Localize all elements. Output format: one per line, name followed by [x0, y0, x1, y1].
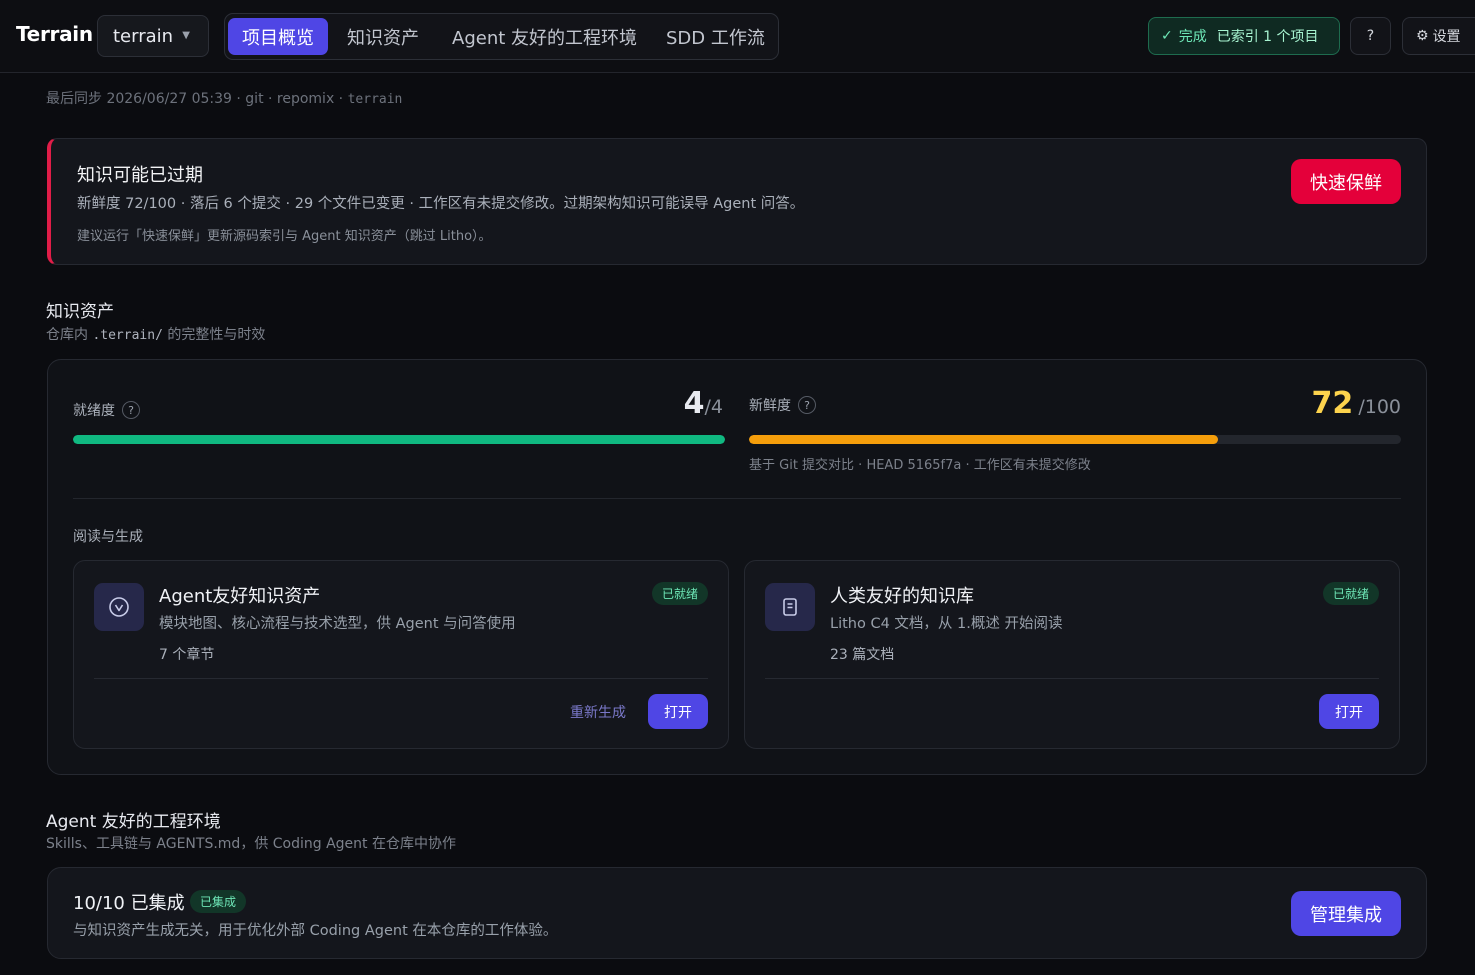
gear-icon: ⚙: [1416, 28, 1429, 44]
compass-icon: [94, 583, 144, 631]
book-icon: [765, 583, 815, 631]
alert-title: 知识可能已过期: [77, 165, 203, 186]
settings-button[interactable]: ⚙ 设置: [1402, 17, 1475, 55]
alert-description: 新鲜度 72/100 · 落后 6 个提交 · 29 个文件已变更 · 工作区有…: [77, 196, 805, 212]
engineering-env-title: Agent 友好的工程环境: [46, 812, 221, 832]
tab-overview[interactable]: 项目概览: [228, 18, 328, 55]
help-circle-icon[interactable]: ?: [122, 401, 140, 419]
last-sync-info: 最后同步 2026/06/27 05:39 · git · repomix · …: [46, 88, 402, 108]
readiness-progress-bar: [73, 435, 725, 444]
divider: [73, 498, 1401, 499]
tab-knowledge-assets[interactable]: 知识资产: [347, 18, 419, 55]
agent-knowledge-count: 7 个章节: [159, 647, 215, 663]
subtitle-suffix: 的完整性与时效: [162, 327, 266, 343]
card-divider: [94, 678, 708, 679]
status-badge: 已就绪: [651, 582, 708, 605]
quick-refresh-button[interactable]: 快速保鲜: [1291, 159, 1401, 204]
help-button[interactable]: ?: [1350, 17, 1391, 55]
chevron-down-icon: ▼: [182, 30, 190, 41]
top-bar: Terrain terrain ▼ 项目概览 知识资产 Agent 友好的工程环…: [0, 0, 1475, 73]
readiness-progress-fill: [73, 435, 725, 444]
status-badge: 已集成: [190, 890, 247, 913]
agent-knowledge-description: 模块地图、核心流程与技术选型，供 Agent 与问答使用: [159, 616, 516, 632]
last-sync-text: 最后同步 2026/06/27 05:39 · git · repomix ·: [46, 91, 348, 107]
status-badge: 已就绪: [1322, 582, 1379, 605]
subtitle-prefix: 仓库内: [46, 327, 93, 343]
agent-knowledge-card: Agent友好知识资产 模块地图、核心流程与技术选型，供 Agent 与问答使用…: [73, 560, 729, 749]
open-agent-knowledge-button[interactable]: 打开: [648, 694, 708, 729]
subtitle-path: .terrain/: [92, 328, 163, 343]
index-status-state: 完成: [1178, 29, 1207, 45]
knowledge-assets-title: 知识资产: [46, 302, 114, 322]
tab-sdd-workflow[interactable]: SDD 工作流: [666, 18, 765, 55]
integrations-card: 10/10 已集成 已集成 与知识资产生成无关，用于优化外部 Coding Ag…: [47, 867, 1427, 959]
readiness-value: 4/4: [684, 386, 723, 421]
integrations-count: 10/10 已集成: [73, 893, 185, 914]
agent-knowledge-title: Agent友好知识资产: [159, 586, 321, 607]
project-selector-value: terrain: [113, 25, 174, 47]
knowledge-assets-subtitle: 仓库内 .terrain/ 的完整性与时效: [46, 324, 265, 344]
manage-integrations-button[interactable]: 管理集成: [1291, 891, 1401, 936]
human-knowledge-title: 人类友好的知识库: [830, 586, 974, 607]
integrations-description: 与知识资产生成无关，用于优化外部 Coding Agent 在本仓库的工作体验。: [73, 923, 558, 939]
human-knowledge-count: 23 篇文档: [830, 647, 895, 663]
stale-knowledge-alert: 知识可能已过期 新鲜度 72/100 · 落后 6 个提交 · 29 个文件已变…: [47, 138, 1427, 265]
last-sync-branch: terrain: [347, 92, 403, 107]
freshness-value-denominator: /100: [1358, 396, 1401, 418]
freshness-progress-bar: [749, 435, 1401, 444]
readiness-label: 就绪度 ?: [73, 400, 140, 420]
human-knowledge-card: 人类友好的知识库 Litho C4 文档，从 1.概述 开始阅读 23 篇文档 …: [744, 560, 1400, 749]
brand-logo: Terrain: [16, 22, 93, 46]
alert-hint: 建议运行「快速保鲜」更新源码索引与 Agent 知识资产（跳过 Litho）。: [77, 229, 492, 244]
card-divider: [765, 678, 1379, 679]
readiness-label-text: 就绪度: [73, 403, 115, 419]
freshness-label-text: 新鲜度: [749, 398, 791, 414]
freshness-label: 新鲜度 ?: [749, 395, 816, 415]
check-icon: ✓: [1161, 28, 1173, 44]
engineering-env-subtitle: Skills、工具链与 AGENTS.md，供 Coding Agent 在仓库…: [46, 836, 456, 852]
tab-agent-environment[interactable]: Agent 友好的工程环境: [452, 18, 637, 55]
freshness-value: 72 /100: [1311, 386, 1401, 421]
help-circle-icon[interactable]: ?: [798, 396, 816, 414]
index-status-badge[interactable]: ✓ 完成 已索引 1 个项目: [1148, 17, 1340, 55]
main-tabs: 项目概览 知识资产 Agent 友好的工程环境 SDD 工作流: [224, 13, 779, 60]
freshness-value-number: 72: [1311, 386, 1354, 421]
freshness-note: 基于 Git 提交对比 · HEAD 5165f7a · 工作区有未提交修改: [749, 458, 1091, 473]
regenerate-button[interactable]: 重新生成: [570, 702, 626, 722]
index-status-detail: 已索引 1 个项目: [1216, 29, 1319, 45]
freshness-progress-fill: [749, 435, 1219, 444]
readiness-value-denominator: /4: [704, 396, 724, 418]
project-selector[interactable]: terrain ▼: [97, 15, 209, 57]
read-generate-label: 阅读与生成: [73, 529, 143, 545]
open-human-knowledge-button[interactable]: 打开: [1319, 694, 1379, 729]
knowledge-assets-card: 就绪度 ? 4/4 新鲜度 ? 72 /100 基于 Git 提交对比 · HE…: [47, 359, 1427, 775]
human-knowledge-description: Litho C4 文档，从 1.概述 开始阅读: [830, 616, 1063, 632]
settings-label: 设置: [1432, 29, 1461, 45]
readiness-value-number: 4: [683, 386, 705, 421]
